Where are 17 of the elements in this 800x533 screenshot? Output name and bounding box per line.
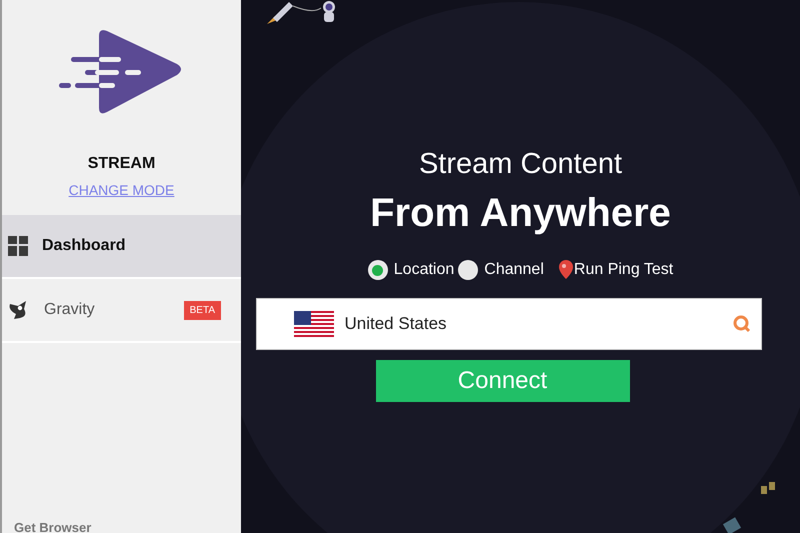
country-field[interactable]: United States [256,298,762,350]
app-name: STREAM [88,154,156,174]
sidebar-item-label: Dashboard [42,236,126,256]
radio-option[interactable]: Channel [458,258,544,282]
sidebar-item[interactable]: Dashboard [2,215,241,279]
search-icon[interactable] [732,314,752,334]
map-pin-icon [558,260,574,280]
us-flag-icon [294,311,334,338]
sidebar-item[interactable]: Gravity BETA [2,279,241,343]
subtitle: Stream Content [418,147,622,182]
dashboard-grid-icon [8,236,28,256]
get-browser-text: Get Browser [14,520,92,533]
sidebar-item-label: Gravity [44,300,95,320]
radio-option[interactable]: Location [368,258,454,282]
ping-test-button[interactable]: Run Ping Test [558,258,674,282]
title: From Anywhere [370,190,671,238]
beta-badge: BETA [184,300,221,320]
